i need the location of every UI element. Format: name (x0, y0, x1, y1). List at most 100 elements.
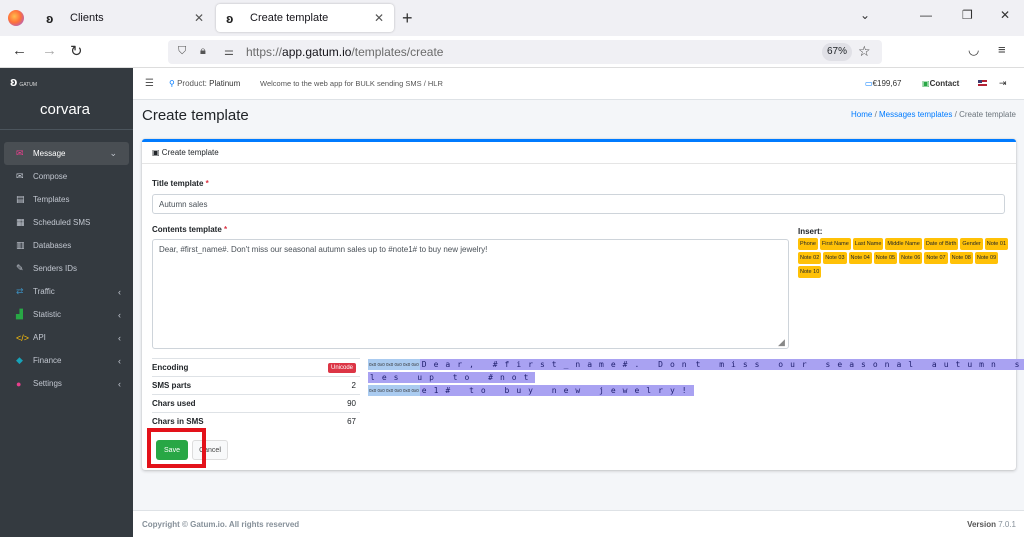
sms-part-2-row: 0x0 0x0 0x0 0x0 0x0 0x0 e1# to buy new j… (368, 385, 1008, 396)
sidebar: ʚ GATUM corvara ✉ Message ⌄ ✉ Compose ▤ T… (0, 68, 133, 537)
chart-icon: ▟ (16, 309, 23, 319)
sidebar-item-senders-ids[interactable]: ✎ Senders IDs (0, 257, 133, 280)
tab-label: Create template (250, 12, 329, 24)
forward-icon[interactable]: → (42, 42, 57, 59)
gatum-favicon-icon: ʚ (226, 10, 234, 26)
sms-character-preview: 0x0 0x0 0x0 0x0 0x0 0x0 Dear, #first_nam… (368, 359, 1024, 398)
contact-icon: ▣ (922, 79, 930, 88)
location-pin-icon: ⚲ (169, 79, 175, 88)
close-icon[interactable]: ✕ (194, 11, 204, 25)
sms-chars: les up to #not (368, 372, 536, 383)
new-tab-icon[interactable]: + (402, 8, 413, 29)
stat-sms-parts: SMS parts 2 (152, 376, 360, 394)
logout-icon[interactable]: ⇥ (999, 78, 1007, 89)
browser-tab-bar: ʚ Clients ✕ ʚ Create template ✕ + ⌄ — ❐ … (0, 0, 1024, 36)
welcome-text: Welcome to the web app for BULK sending … (260, 79, 443, 88)
insert-chip-last-name[interactable]: Last Name (852, 238, 884, 250)
tab-label: Clients (70, 12, 104, 24)
insert-chip-note-02[interactable]: Note 02 (798, 252, 822, 264)
lock-icon[interactable]: 🔒︎ (200, 45, 206, 58)
insert-chip-note-04[interactable]: Note 04 (848, 252, 872, 264)
sidebar-item-compose[interactable]: ✉ Compose (0, 165, 133, 188)
menu-icon[interactable]: ≡ (998, 42, 1006, 57)
address-bar[interactable]: ⛉ 🔒︎ ⚌ https://app.gatum.io/templates/cr… (168, 40, 882, 64)
insert-chip-note-03[interactable]: Note 03 (823, 252, 847, 264)
insert-chip-first-name[interactable]: First Name (819, 238, 851, 250)
contents-template-textarea[interactable]: Dear, #first_name#. Don't miss our seaso… (152, 239, 789, 349)
hamburger-icon[interactable]: ☰ (145, 78, 154, 89)
page-title: Create template (142, 107, 249, 124)
udh-codes: 0x0 0x0 0x0 0x0 0x0 0x0 (368, 385, 420, 396)
sidebar-item-message[interactable]: ✉ Message ⌄ (4, 142, 129, 165)
contact-link[interactable]: ▣Contact (922, 79, 959, 88)
feather-icon: ✎ (16, 263, 24, 273)
zoom-level[interactable]: 67% (822, 43, 852, 61)
sms-chars: e1# to buy new jewelry! (419, 385, 694, 396)
insert-chip-phone[interactable]: Phone (798, 238, 818, 250)
sidebar-item-finance[interactable]: ◆ Finance ‹ (0, 349, 133, 372)
create-template-card: ▣ Create template Title template * Conte… (142, 139, 1024, 470)
copyright: Copyright © Gatum.io. All rights reserve… (142, 520, 300, 529)
insert-chip-date-of-birth[interactable]: Date of Birth (923, 238, 959, 250)
app-header: ☰ ⚲ Product: Platinum Welcome to the web… (133, 68, 1024, 100)
breadcrumb-current: Create template (959, 110, 1016, 119)
us-flag-icon[interactable] (978, 80, 987, 86)
insert-chip-note-06[interactable]: Note 06 (899, 252, 923, 264)
minimize-icon[interactable]: — (920, 8, 932, 22)
sidebar-item-scheduled-sms[interactable]: ▦ Scheduled SMS (0, 211, 133, 234)
insert-chip-note-08[interactable]: Note 08 (949, 252, 973, 264)
sidebar-item-api[interactable]: </> API ‹ (0, 326, 133, 349)
shield-icon[interactable]: ⛉ (178, 45, 186, 58)
resize-handle-icon[interactable]: ◢ (778, 337, 785, 348)
breadcrumb-home[interactable]: Home (851, 110, 872, 119)
file-icon: ▤ (16, 194, 25, 204)
message-stats-table: Encoding Unicode SMS parts 2 Chars used … (152, 358, 360, 430)
encoding-badge: Unicode (327, 362, 356, 373)
sms-chars: t miss our seasonal autumn sa (693, 359, 1024, 370)
sidebar-nav: ✉ Message ⌄ ✉ Compose ▤ Templates ▦ Sche… (0, 130, 133, 395)
sidebar-item-traffic[interactable]: ⇄ Traffic ‹ (0, 280, 133, 303)
chevron-left-icon: ‹ (118, 355, 121, 366)
code-icon: </> (16, 332, 30, 343)
chevron-down-icon: ⌄ (109, 148, 117, 158)
insert-chip-note-10[interactable]: Note 10 (798, 266, 822, 278)
stat-chars-in-sms: Chars in SMS 67 (152, 412, 360, 430)
pocket-icon[interactable]: ◡ (968, 42, 979, 58)
insert-chip-note-07[interactable]: Note 07 (924, 252, 948, 264)
restore-icon[interactable]: ❐ (962, 8, 973, 22)
back-icon[interactable]: ← (12, 42, 27, 59)
insert-chips: Phone First Name Last Name Middle Name D… (798, 238, 1010, 278)
card-header: ▣ Create template (142, 142, 1016, 164)
insert-chip-gender[interactable]: Gender (960, 238, 983, 250)
insert-chip-note-09[interactable]: Note 09 (974, 252, 999, 264)
chevron-left-icon: ‹ (118, 309, 121, 320)
breadcrumb-messages-templates[interactable]: Messages templates (879, 110, 952, 119)
brand[interactable]: ʚ GATUM corvara (0, 68, 133, 130)
breadcrumb: Home / Messages templates / Create templ… (850, 110, 1016, 119)
window-close-icon[interactable]: ✕ (1000, 8, 1010, 22)
sidebar-item-settings[interactable]: ● Settings ‹ (0, 372, 133, 395)
insert-chip-note-01[interactable]: Note 01 (984, 238, 1009, 250)
close-icon[interactable]: ✕ (374, 11, 384, 25)
url-text[interactable]: https://app.gatum.io/templates/create (246, 45, 443, 59)
database-icon: ▥ (16, 240, 25, 250)
stat-encoding: Encoding Unicode (152, 358, 360, 376)
sidebar-item-templates[interactable]: ▤ Templates (0, 188, 133, 211)
bookmark-star-icon[interactable]: ☆ (858, 43, 871, 60)
sidebar-item-databases[interactable]: ▥ Databases (0, 234, 133, 257)
insert-chip-middle-name[interactable]: Middle Name (885, 238, 922, 250)
cancel-button[interactable]: Cancel (192, 440, 228, 460)
brand-name: corvara (40, 101, 91, 118)
inbox-icon: ▣ (152, 148, 160, 157)
permissions-icon[interactable]: ⚌ (224, 45, 234, 58)
title-template-input[interactable] (152, 194, 1005, 214)
reload-icon[interactable]: ↻ (70, 42, 83, 60)
insert-chip-note-05[interactable]: Note 05 (873, 252, 898, 264)
balance[interactable]: ▭€199,67 (865, 79, 901, 88)
tab-clients[interactable]: ʚ Clients ✕ (36, 4, 214, 32)
tab-create-template[interactable]: ʚ Create template ✕ (216, 4, 394, 32)
save-button[interactable]: Save (156, 440, 188, 460)
tab-list-icon[interactable]: ⌄ (860, 8, 870, 22)
sidebar-item-statistic[interactable]: ▟ Statistic ‹ (0, 303, 133, 326)
sms-chars: Dear, #first_name#. Don (419, 359, 694, 370)
